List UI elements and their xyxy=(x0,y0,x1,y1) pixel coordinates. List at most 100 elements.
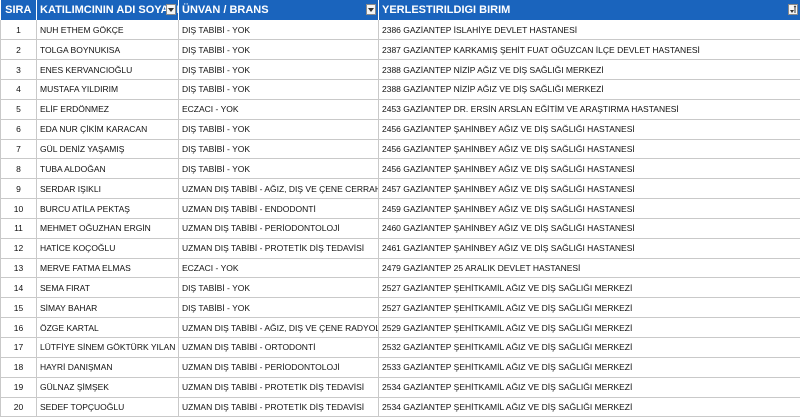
cell-unvan[interactable]: ECZACI - YOK xyxy=(178,99,379,120)
cell-birim[interactable]: 2534 GAZİANTEP ŞEHİTKAMİL AĞIZ VE DİŞ SA… xyxy=(378,377,800,398)
cell-sira[interactable]: 15 xyxy=(0,297,37,319)
cell-unvan[interactable]: UZMAN DIŞ TABİBİ - AĞIZ, DIŞ VE ÇENE CER… xyxy=(178,178,379,200)
cell-unvan[interactable]: UZMAN DIŞ TABİBİ - PERİODONTOLOJİ xyxy=(178,218,379,239)
cell-birim[interactable]: 2456 GAZİANTEP ŞAHİNBEY AĞIZ VE DİŞ SAĞL… xyxy=(378,119,800,140)
cell-name[interactable]: SEDEF TOPÇUOĞLU xyxy=(36,397,179,417)
cell-name[interactable]: SERDAR IŞIKLI xyxy=(36,178,179,200)
cell-unvan[interactable]: UZMAN DIŞ TABİBİ - AĞIZ, DIŞ VE ÇENE RAD… xyxy=(178,317,379,338)
cell-name[interactable]: SİMAY BAHAR xyxy=(36,297,179,319)
cell-unvan[interactable]: ECZACI - YOK xyxy=(178,258,379,279)
cell-unvan[interactable]: UZMAN DIŞ TABİBİ - PROTETİK DİŞ TEDAVİSİ xyxy=(178,397,379,417)
table-row: 18 HAYRİ DANIŞMAN UZMAN DIŞ TABİBİ - PERİO… xyxy=(0,357,800,378)
cell-name[interactable]: NUH ETHEM GÖKÇE xyxy=(36,20,179,41)
table-row: 12 HATİCE KOÇOĞLU UZMAN DIŞ TABİBİ - PROTE… xyxy=(0,238,800,259)
cell-birim[interactable]: 2460 GAZİANTEP ŞAHİNBEY AĞIZ VE DİŞ SAĞL… xyxy=(378,218,800,239)
cell-name[interactable]: EDA NUR ÇİKİM KARACAN xyxy=(36,119,179,140)
cell-sira[interactable]: 4 xyxy=(0,79,37,100)
cell-name[interactable]: HAYRİ DANIŞMAN xyxy=(36,357,179,378)
cell-name[interactable]: GÜLNAZ ŞİMŞEK xyxy=(36,377,179,398)
cell-birim[interactable]: 2461 GAZİANTEP ŞAHİNBEY AĞIZ VE DİŞ SAĞL… xyxy=(378,238,800,259)
table-row: 5 ELİF ERDÖNMEZ ECZACI - YOK 2453 GAZİANTEP… xyxy=(0,99,800,120)
table-row: 17 LÜTFİYE SİNEM GÖKTÜRK YILAN UZMAN DIŞ T… xyxy=(0,337,800,358)
table-row: 6 EDA NUR ÇİKİM KARACAN DIŞ TABİBİ - YOK 24… xyxy=(0,119,800,140)
cell-birim[interactable]: 2388 GAZİANTEP NİZİP AĞIZ VE DİŞ SAĞLIĞI… xyxy=(378,59,800,81)
cell-birim[interactable]: 2387 GAZİANTEP KARKAMIŞ ŞEHİT FUAT OĞUZC… xyxy=(378,39,800,61)
cell-unvan[interactable]: UZMAN DIŞ TABİBİ - ENDODONTİ xyxy=(178,198,379,219)
cell-sira[interactable]: 3 xyxy=(0,59,37,81)
cell-name[interactable]: TOLGA BOYNUKISA xyxy=(36,39,179,61)
table-body: 1 NUH ETHEM GÖKÇE DIŞ TABİBİ - YOK 2386 GAZ… xyxy=(0,20,800,417)
cell-birim[interactable]: 2529 GAZİANTEP ŞEHİTKAMİL AĞIZ VE DİŞ SA… xyxy=(378,317,800,338)
cell-unvan[interactable]: UZMAN DIŞ TABİBİ - PROTETİK DİŞ TEDAVİSİ xyxy=(178,238,379,259)
table-row: 4 MUSTAFA YILDIRIM DIŞ TABİBİ - YOK 2388 GA… xyxy=(0,79,800,100)
cell-birim[interactable]: 2527 GAZİANTEP ŞEHİTKAMİL AĞIZ VE DİŞ SA… xyxy=(378,277,800,299)
cell-name[interactable]: ÖZGE KARTAL xyxy=(36,317,179,338)
cell-sira[interactable]: 7 xyxy=(0,139,37,160)
cell-sira[interactable]: 9 xyxy=(0,178,37,200)
cell-name[interactable]: HATİCE KOÇOĞLU xyxy=(36,238,179,259)
cell-unvan[interactable]: DIŞ TABİBİ - YOK xyxy=(178,39,379,61)
cell-unvan[interactable]: DIŞ TABİBİ - YOK xyxy=(178,139,379,160)
column-header-sira: SIRA xyxy=(0,0,37,20)
cell-sira[interactable]: 14 xyxy=(0,277,37,299)
cell-name[interactable]: ELİF ERDÖNMEZ xyxy=(36,99,179,120)
cell-unvan[interactable]: DIŞ TABİBİ - YOK xyxy=(178,20,379,41)
column-header-label: KATILIMCININ ADI SOYADI xyxy=(40,4,179,16)
cell-unvan[interactable]: UZMAN DIŞ TABİBİ - PROTETİK DİŞ TEDAVİSİ xyxy=(178,377,379,398)
cell-birim[interactable]: 2388 GAZİANTEP NİZİP AĞIZ VE DİŞ SAĞLIĞI… xyxy=(378,79,800,100)
cell-birim[interactable]: 2386 GAZİANTEP İSLAHİYE DEVLET HASTANESİ xyxy=(378,20,800,41)
cell-sira[interactable]: 1 xyxy=(0,20,37,41)
cell-birim[interactable]: 2532 GAZİANTEP ŞEHİTKAMİL AĞIZ VE DİŞ SA… xyxy=(378,337,800,358)
cell-name[interactable]: MERVE FATMA ELMAS xyxy=(36,258,179,279)
cell-sira[interactable]: 16 xyxy=(0,317,37,338)
cell-unvan[interactable]: DIŞ TABİBİ - YOK xyxy=(178,59,379,81)
cell-name[interactable]: MEHMET OĞUZHAN ERGİN xyxy=(36,218,179,239)
cell-name[interactable]: ENES KERVANCIOĞLU xyxy=(36,59,179,81)
filter-dropdown-icon[interactable] xyxy=(166,4,176,15)
cell-sira[interactable]: 20 xyxy=(0,397,37,417)
table-row: 1 NUH ETHEM GÖKÇE DIŞ TABİBİ - YOK 2386 GAZ… xyxy=(0,20,800,41)
table-row: 10 BURCU ATİLA PEKTAŞ UZMAN DIŞ TABİBİ - E… xyxy=(0,198,800,219)
cell-sira[interactable]: 13 xyxy=(0,258,37,279)
cell-birim[interactable]: 2456 GAZİANTEP ŞAHİNBEY AĞIZ VE DİŞ SAĞL… xyxy=(378,158,800,180)
cell-name[interactable]: BURCU ATİLA PEKTAŞ xyxy=(36,198,179,219)
column-header-label: SIRA xyxy=(5,4,32,16)
cell-birim[interactable]: 2534 GAZİANTEP ŞEHİTKAMİL AĞIZ VE DİŞ SA… xyxy=(378,397,800,417)
table-row: 13 MERVE FATMA ELMAS ECZACI - YOK 2479 GAZİ… xyxy=(0,258,800,279)
cell-birim[interactable]: 2457 GAZİANTEP ŞAHİNBEY AĞIZ VE DİŞ SAĞL… xyxy=(378,178,800,200)
sort-filter-icon[interactable] xyxy=(788,4,798,15)
cell-name[interactable]: GÜL DENİZ YAŞAMIŞ xyxy=(36,139,179,160)
cell-name[interactable]: MUSTAFA YILDIRIM xyxy=(36,79,179,100)
cell-birim[interactable]: 2527 GAZİANTEP ŞEHİTKAMİL AĞIZ VE DİŞ SA… xyxy=(378,297,800,319)
cell-sira[interactable]: 11 xyxy=(0,218,37,239)
cell-unvan[interactable]: UZMAN DIŞ TABİBİ - PERİODONTOLOJİ xyxy=(178,357,379,378)
cell-unvan[interactable]: DIŞ TABİBİ - YOK xyxy=(178,158,379,180)
filter-dropdown-icon[interactable] xyxy=(366,4,376,15)
cell-name[interactable]: TUBA ALDOĞAN xyxy=(36,158,179,180)
table-row: 14 SEMA FIRAT DIŞ TABİBİ - YOK 2527 GAZİANT… xyxy=(0,277,800,299)
cell-sira[interactable]: 5 xyxy=(0,99,37,120)
cell-sira[interactable]: 8 xyxy=(0,158,37,180)
cell-sira[interactable]: 2 xyxy=(0,39,37,61)
cell-sira[interactable]: 12 xyxy=(0,238,37,259)
cell-birim[interactable]: 2456 GAZİANTEP ŞAHİNBEY AĞIZ VE DİŞ SAĞL… xyxy=(378,139,800,160)
cell-unvan[interactable]: DIŞ TABİBİ - YOK xyxy=(178,79,379,100)
cell-name[interactable]: SEMA FIRAT xyxy=(36,277,179,299)
cell-unvan[interactable]: DIŞ TABİBİ - YOK xyxy=(178,119,379,140)
cell-birim[interactable]: 2479 GAZİANTEP 25 ARALIK DEVLET HASTANES… xyxy=(378,258,800,279)
cell-sira[interactable]: 18 xyxy=(0,357,37,378)
table-row: 2 TOLGA BOYNUKISA DIŞ TABİBİ - YOK 2387 GAZ… xyxy=(0,39,800,61)
cell-unvan[interactable]: UZMAN DIŞ TABİBİ - ORTODONTİ xyxy=(178,337,379,358)
table-row: 16 ÖZGE KARTAL UZMAN DIŞ TABİBİ - AĞIZ, DI… xyxy=(0,317,800,338)
cell-name[interactable]: LÜTFİYE SİNEM GÖKTÜRK YILAN xyxy=(36,337,179,358)
cell-unvan[interactable]: DIŞ TABİBİ - YOK xyxy=(178,297,379,319)
cell-sira[interactable]: 17 xyxy=(0,337,37,358)
cell-sira[interactable]: 19 xyxy=(0,377,37,398)
cell-birim[interactable]: 2459 GAZİANTEP ŞAHİNBEY AĞIZ VE DİŞ SAĞL… xyxy=(378,198,800,219)
table-row: 15 SİMAY BAHAR DIŞ TABİBİ - YOK 2527 GAZİAN… xyxy=(0,297,800,319)
cell-sira[interactable]: 6 xyxy=(0,119,37,140)
cell-sira[interactable]: 10 xyxy=(0,198,37,219)
cell-birim[interactable]: 2453 GAZİANTEP DR. ERSİN ARSLAN EĞİTİM V… xyxy=(378,99,800,120)
cell-birim[interactable]: 2533 GAZİANTEP ŞEHİTKAMİL AĞIZ VE DİŞ SA… xyxy=(378,357,800,378)
cell-unvan[interactable]: DIŞ TABİBİ - YOK xyxy=(178,277,379,299)
